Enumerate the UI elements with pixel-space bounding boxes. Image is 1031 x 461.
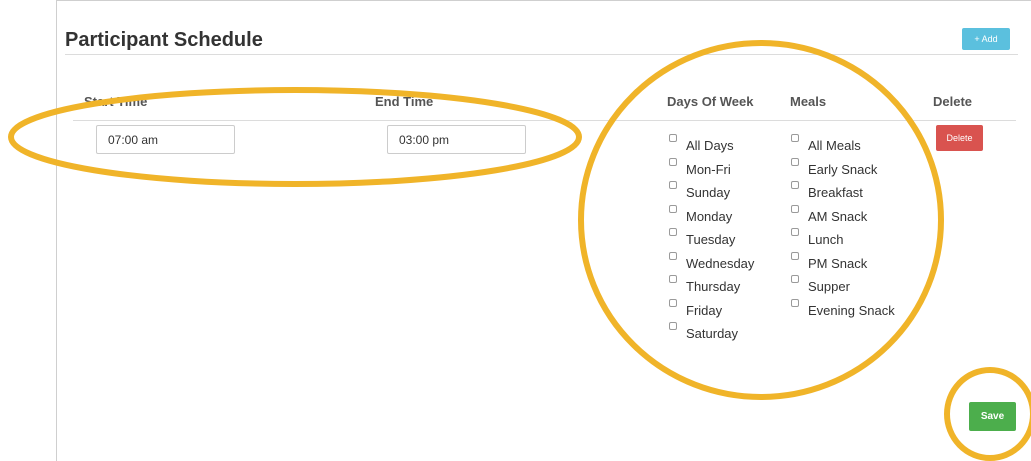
- add-button[interactable]: + Add: [962, 28, 1010, 50]
- checkbox[interactable]: [669, 134, 677, 142]
- days-option-label: Friday: [686, 302, 723, 318]
- checkbox[interactable]: [669, 322, 677, 330]
- days-option-label: All Days: [686, 138, 734, 153]
- column-header-start-time: Start Time: [84, 94, 148, 109]
- checkbox[interactable]: [791, 298, 799, 307]
- meals-option[interactable]: All Meals: [791, 134, 861, 153]
- checkbox[interactable]: [669, 298, 677, 307]
- checkbox[interactable]: [669, 157, 677, 166]
- end-time-input[interactable]: [387, 125, 526, 154]
- meals-option[interactable]: PM Snack: [791, 251, 868, 271]
- meals-option[interactable]: Evening Snack: [791, 298, 895, 318]
- meals-option-label: Supper: [808, 279, 850, 294]
- checkbox[interactable]: [669, 228, 677, 236]
- checkbox[interactable]: [791, 204, 799, 213]
- checkbox[interactable]: [791, 134, 799, 142]
- checkbox[interactable]: [791, 275, 799, 283]
- checkbox[interactable]: [791, 181, 799, 189]
- days-option-label: Tuesday: [686, 232, 736, 247]
- days-option[interactable]: Tuesday: [669, 228, 735, 247]
- days-option[interactable]: Friday: [669, 298, 723, 318]
- meals-option-label: Lunch: [808, 232, 844, 247]
- add-button-label: Add: [981, 34, 998, 44]
- meals-option-label: Breakfast: [808, 185, 863, 200]
- days-option[interactable]: Sunday: [669, 181, 730, 200]
- schedule-panel: [56, 0, 1031, 461]
- days-option[interactable]: Mon-Fri: [669, 157, 731, 177]
- meals-option-label: Evening Snack: [808, 302, 895, 318]
- meals-option-label: PM Snack: [808, 255, 868, 271]
- days-option-label: Sunday: [686, 185, 731, 200]
- column-header-delete: Delete: [933, 94, 973, 109]
- days-option[interactable]: Saturday: [669, 322, 738, 341]
- meals-option[interactable]: AM Snack: [791, 204, 868, 224]
- checkbox[interactable]: [791, 228, 799, 236]
- meals-option-label: AM Snack: [808, 208, 868, 224]
- start-time-input[interactable]: [96, 125, 235, 154]
- meals-option[interactable]: Breakfast: [791, 181, 863, 200]
- meals-option-label: Early Snack: [808, 161, 878, 177]
- column-header-end-time: End Time: [375, 94, 434, 109]
- days-option[interactable]: All Days: [669, 134, 734, 153]
- checkbox[interactable]: [669, 181, 677, 189]
- days-option[interactable]: Monday: [669, 204, 733, 224]
- days-option-label: Monday: [686, 208, 733, 224]
- checkbox[interactable]: [791, 157, 799, 166]
- column-header-meals: Meals: [790, 94, 827, 109]
- days-option-label: Thursday: [686, 279, 741, 294]
- checkbox[interactable]: [669, 275, 677, 283]
- checkbox[interactable]: [669, 251, 677, 260]
- meals-option[interactable]: Supper: [791, 275, 850, 294]
- plus-icon: +: [974, 34, 980, 44]
- days-option-label: Mon-Fri: [686, 161, 731, 177]
- meals-option[interactable]: Early Snack: [791, 157, 878, 177]
- days-option[interactable]: Wednesday: [669, 251, 755, 271]
- meals-option[interactable]: Lunch: [791, 228, 843, 247]
- column-header-days-of-week: Days Of Week: [667, 94, 754, 109]
- title-divider: [65, 54, 1018, 55]
- checkbox[interactable]: [791, 251, 799, 260]
- page-title: Participant Schedule: [65, 29, 263, 51]
- save-button[interactable]: Save: [969, 402, 1016, 431]
- meals-option-label: All Meals: [808, 138, 861, 153]
- days-option-label: Wednesday: [686, 255, 755, 271]
- days-option-label: Saturday: [686, 326, 739, 341]
- checkbox[interactable]: [669, 204, 677, 213]
- delete-row-button[interactable]: Delete: [936, 125, 983, 151]
- days-option[interactable]: Thursday: [669, 275, 740, 294]
- table-header-divider: [73, 120, 1016, 121]
